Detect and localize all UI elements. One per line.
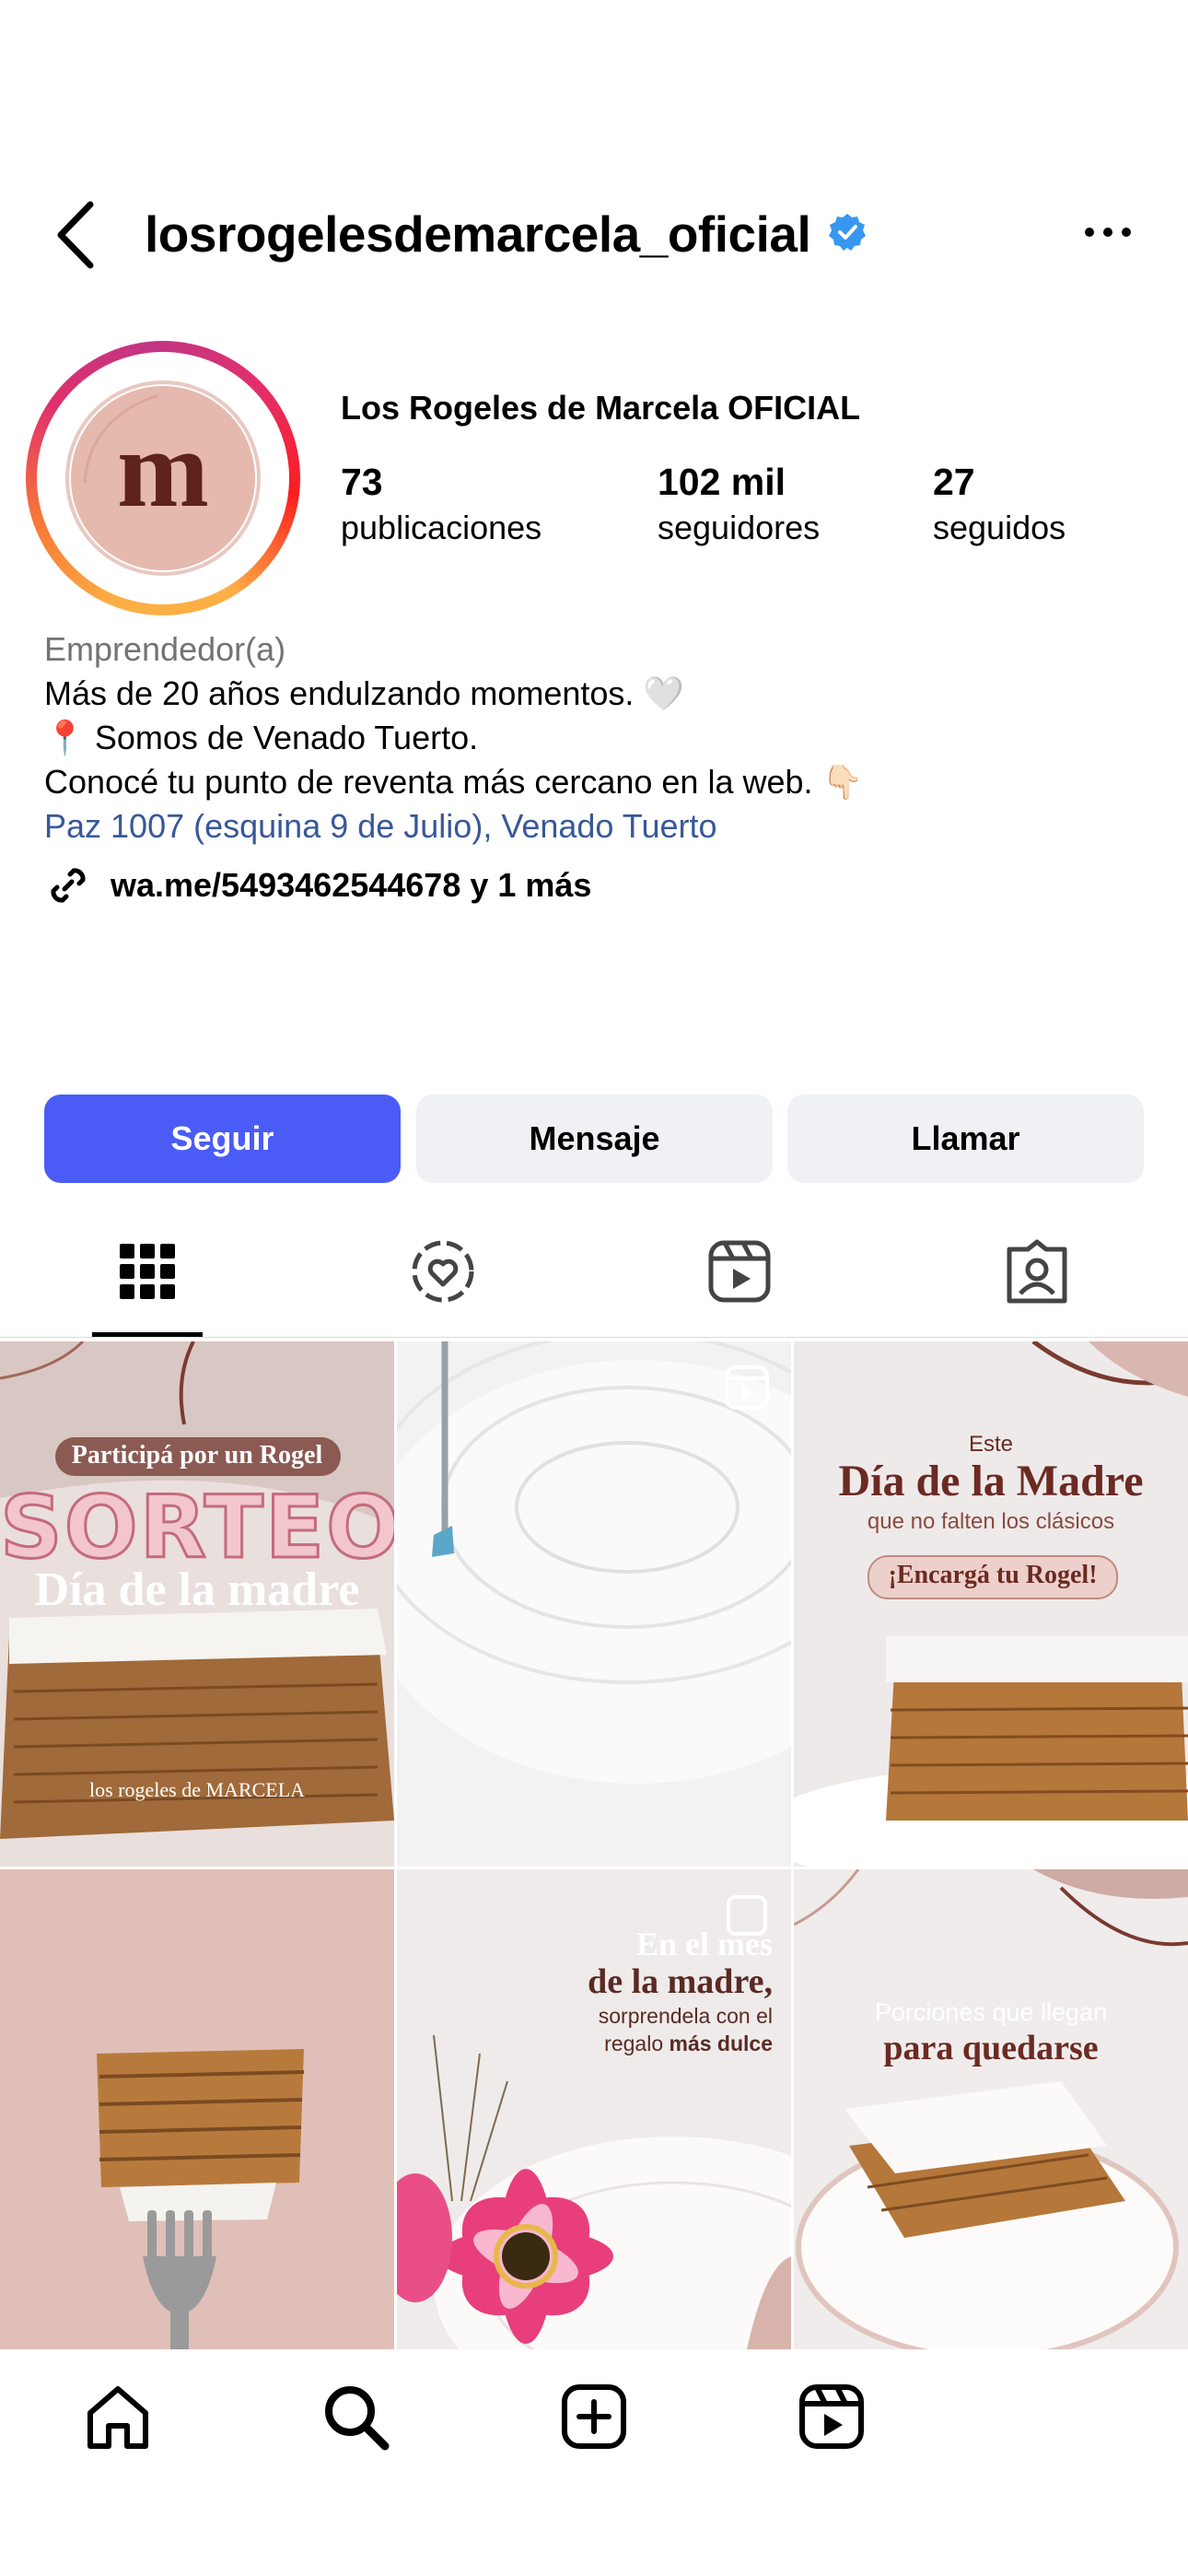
bio-address-link[interactable]: Paz 1007 (esquina 9 de Julio), Venado Tu… xyxy=(44,807,717,846)
bio-line: Más de 20 años endulzando momentos. 🤍 xyxy=(44,674,685,712)
post-caption: Este xyxy=(968,1432,1014,1457)
reels-nav-icon[interactable] xyxy=(797,2382,867,2452)
post-caption: Participá por un Rogel xyxy=(71,1441,323,1469)
stat-following-label[interactable]: seguidos xyxy=(933,509,1066,547)
post-caption: ¡Encargá tu Rogel! xyxy=(888,1561,1098,1589)
highlights-tab-icon[interactable] xyxy=(406,1235,480,1308)
profile-username: losrogelesdemarcela_oficial xyxy=(145,205,811,263)
post-caption: sorprendela con el xyxy=(598,2004,773,2028)
stat-posts-label[interactable]: publicaciones xyxy=(341,509,542,547)
post-caption: regalo más dulce xyxy=(604,2032,773,2055)
post-image xyxy=(0,1869,394,2349)
post-image xyxy=(794,1341,1188,1867)
create-post-icon[interactable] xyxy=(559,2382,629,2452)
stat-posts-count[interactable]: 73 xyxy=(341,461,383,504)
more-options-icon[interactable] xyxy=(1083,214,1133,251)
post-tile[interactable] xyxy=(0,1869,394,2349)
post-tile[interactable]: Este Día de la Madre que no falten los c… xyxy=(794,1341,1188,1867)
bio-category: Emprendedor(a) xyxy=(44,630,286,668)
message-button[interactable]: Mensaje xyxy=(416,1095,773,1183)
avatar-logo-letter: m xyxy=(117,407,209,530)
reels-tab-icon[interactable] xyxy=(703,1235,776,1308)
post-image xyxy=(794,1869,1188,2349)
post-image xyxy=(397,1341,791,1867)
call-button[interactable]: Llamar xyxy=(787,1095,1144,1183)
post-caption: de la madre, xyxy=(588,1962,773,2001)
bio-external-link[interactable]: wa.me/5493462544678 y 1 más xyxy=(111,866,591,905)
post-tile[interactable]: Participá por un Rogel SORTEO Día de la … xyxy=(0,1341,394,1867)
reel-badge-icon xyxy=(725,1365,769,1410)
bio-line: Conocé tu punto de reventa más cercano e… xyxy=(44,763,864,801)
post-tile[interactable] xyxy=(397,1341,791,1867)
follow-button[interactable]: Seguir xyxy=(44,1095,401,1183)
grid-tab-icon[interactable] xyxy=(111,1235,184,1308)
verified-badge-icon xyxy=(829,214,866,251)
post-tile[interactable]: Porciones que llegan para quedarse xyxy=(794,1869,1188,2349)
avatar[interactable]: m xyxy=(48,363,278,593)
stat-followers-count[interactable]: 102 mil xyxy=(658,461,786,504)
link-icon xyxy=(51,868,86,903)
back-chevron-icon[interactable] xyxy=(48,193,103,276)
post-brand: los rogeles de MARCELA xyxy=(88,1778,306,1801)
display-name: Los Rogeles de Marcela OFICIAL xyxy=(341,389,861,427)
stat-followers-label[interactable]: seguidores xyxy=(658,509,820,547)
post-caption: Día de la madre xyxy=(34,1563,360,1616)
bio-line: 📍 Somos de Venado Tuerto. xyxy=(44,719,479,756)
post-caption: Día de la Madre xyxy=(838,1457,1144,1505)
post-tile[interactable]: En el mes de la madre, sorprendela con e… xyxy=(397,1869,791,2349)
post-caption: Porciones que llegan xyxy=(874,1998,1108,2026)
tabs-divider xyxy=(0,1337,1188,1338)
post-caption: que no falten los clásicos xyxy=(867,1509,1115,1534)
home-icon[interactable] xyxy=(83,2382,153,2452)
post-caption: En el mes xyxy=(636,1926,773,1962)
stat-following-count[interactable]: 27 xyxy=(933,461,975,504)
search-icon[interactable] xyxy=(320,2382,390,2452)
post-caption: para quedarse xyxy=(883,2029,1099,2067)
tagged-tab-icon[interactable] xyxy=(1000,1235,1074,1308)
